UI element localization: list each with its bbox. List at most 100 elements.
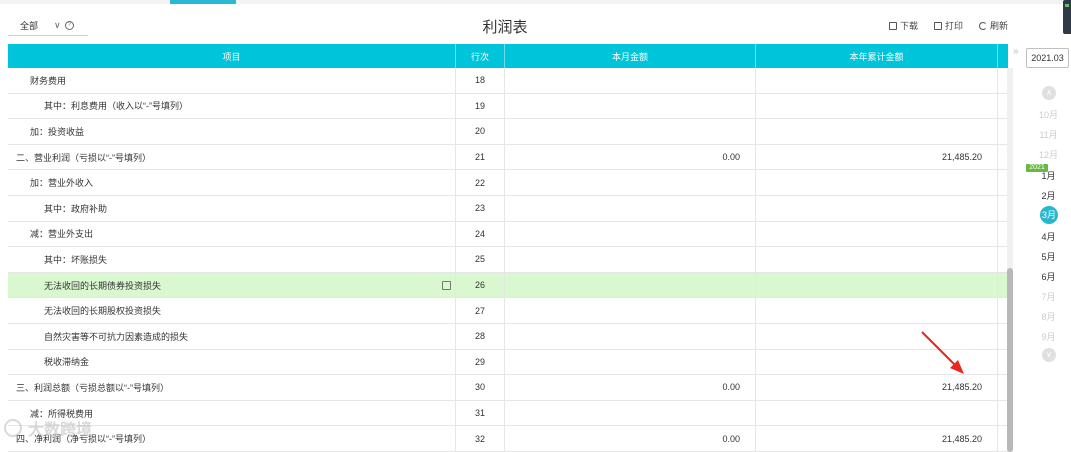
- watermark-logo-icon: [4, 419, 22, 437]
- table-header: 项目 行次 本月金额 本年累计金额: [8, 44, 1008, 68]
- print-label: 打印: [944, 21, 963, 31]
- watermark: 大数跨境: [4, 416, 92, 440]
- row-line: 23: [456, 195, 505, 221]
- download-button[interactable]: 下载: [888, 19, 918, 32]
- row-item: 其中：坏账损失: [8, 247, 456, 272]
- row-ytd[interactable]: 21,485.20: [756, 144, 998, 170]
- collapse-panel-icon[interactable]: »: [1013, 46, 1019, 57]
- month-item: 11月: [1039, 130, 1058, 140]
- table-row[interactable]: 加：投资收益 20: [8, 119, 1008, 145]
- print-button[interactable]: 打印: [933, 19, 963, 32]
- chevron-up-icon[interactable]: ∧: [1042, 86, 1056, 100]
- row-line: 20: [456, 119, 505, 144]
- row-ytd[interactable]: [756, 170, 998, 195]
- profit-table: 项目 行次 本月金额 本年累计金额 财务费用 18 其中：利息费用（收入以“-”号…: [8, 44, 1008, 452]
- row-month[interactable]: [505, 119, 756, 144]
- row-line: 22: [456, 170, 505, 195]
- month-item[interactable]: 2月: [1026, 189, 1071, 202]
- row-item: 无法收回的长期债券投资损失: [8, 272, 456, 298]
- row-month[interactable]: [505, 272, 756, 298]
- row-ytd[interactable]: [756, 272, 998, 298]
- edge-widget[interactable]: [1063, 0, 1071, 34]
- row-month[interactable]: [505, 323, 756, 349]
- row-ytd[interactable]: [756, 119, 998, 144]
- month-item: 9月: [1041, 332, 1056, 342]
- month-item[interactable]: 5月: [1026, 250, 1071, 263]
- table-row[interactable]: 税收滞纳金 29: [8, 349, 1008, 376]
- table-row[interactable]: 其中：利息费用（收入以“-”号填列） 19: [8, 93, 1008, 120]
- download-icon: [888, 21, 897, 30]
- chevron-down-icon[interactable]: ∨: [1042, 348, 1056, 362]
- row-month[interactable]: [505, 68, 756, 93]
- table-row[interactable]: 自然灾害等不可抗力因素造成的损失 28: [8, 323, 1008, 350]
- row-ytd[interactable]: [756, 93, 998, 119]
- table-row[interactable]: 减：所得税费用 31: [8, 400, 1008, 427]
- row-month[interactable]: [505, 221, 756, 247]
- row-line: 26: [456, 272, 505, 298]
- row-item: 加：营业外收入: [8, 170, 456, 195]
- row-ytd[interactable]: 21,485.20: [756, 426, 998, 451]
- row-item: 三、利润总额（亏损总额以“-”号填列）: [8, 375, 456, 400]
- month-item[interactable]: 4月: [1026, 230, 1071, 243]
- table-row[interactable]: 三、利润总额（亏损总额以“-”号填列） 30 0.00 21,485.20: [8, 375, 1008, 401]
- row-month[interactable]: [505, 298, 756, 323]
- table-row[interactable]: 财务费用 18: [8, 68, 1008, 94]
- watermark-text: 大数跨境: [28, 422, 93, 439]
- row-month[interactable]: 0.00: [505, 426, 756, 451]
- row-item: 税收滞纳金: [8, 349, 456, 375]
- row-month[interactable]: 0.00: [505, 144, 756, 170]
- row-item: 其中：利息费用（收入以“-”号填列）: [8, 93, 456, 119]
- table-row[interactable]: 无法收回的长期股权投资损失 27: [8, 298, 1008, 324]
- table-row[interactable]: 二、营业利润（亏损以“-”号填列） 21 0.00 21,485.20: [8, 144, 1008, 171]
- table-row[interactable]: 减：营业外支出 24: [8, 221, 1008, 248]
- row-item: 财务费用: [8, 68, 456, 93]
- row-line: 27: [456, 298, 505, 323]
- row-item: 无法收回的长期股权投资损失: [8, 298, 456, 323]
- month-item[interactable]: 6月: [1026, 270, 1071, 283]
- refresh-button[interactable]: 刷新: [978, 19, 1008, 32]
- table-row[interactable]: 加：营业外收入 22: [8, 170, 1008, 196]
- row-month[interactable]: [505, 349, 756, 375]
- row-ytd[interactable]: [756, 221, 998, 247]
- month-item[interactable]: 1月: [1026, 169, 1071, 182]
- row-line: 30: [456, 375, 505, 400]
- month-item: 12月: [1038, 150, 1058, 160]
- row-line: 19: [456, 93, 505, 119]
- row-ytd[interactable]: [756, 400, 998, 426]
- row-ytd[interactable]: [756, 195, 998, 221]
- period-input[interactable]: 2021.03: [1026, 48, 1069, 68]
- row-item: 其中：政府补助: [8, 195, 456, 221]
- edit-icon[interactable]: [442, 280, 451, 290]
- row-item: 加：投资收益: [8, 119, 456, 144]
- annotation-arrow: [921, 331, 964, 374]
- table-row[interactable]: 四、净利润（净亏损以“-”号填列） 32 0.00 21,485.20: [8, 426, 1008, 452]
- table-row-selected[interactable]: 无法收回的长期债券投资损失 26: [8, 272, 1008, 299]
- table-scrollbar[interactable]: [1007, 68, 1013, 452]
- row-month[interactable]: [505, 93, 756, 119]
- scrollbar-thumb[interactable]: [1007, 268, 1013, 452]
- row-month[interactable]: [505, 195, 756, 221]
- refresh-label: 刷新: [989, 21, 1008, 31]
- month-item: 7月: [1041, 292, 1056, 302]
- toolbar-actions: 下载 打印 刷新: [888, 19, 1008, 32]
- row-line: 31: [456, 400, 505, 426]
- table-row[interactable]: 其中：坏账损失 25: [8, 247, 1008, 273]
- download-label: 下载: [899, 21, 918, 31]
- row-month[interactable]: 0.00: [505, 375, 756, 400]
- row-ytd[interactable]: [756, 68, 998, 93]
- month-item: 10月: [1038, 110, 1058, 120]
- row-month[interactable]: [505, 400, 756, 426]
- row-ytd[interactable]: [756, 247, 998, 272]
- row-month[interactable]: [505, 247, 756, 272]
- table-row[interactable]: 其中：政府补助 23: [8, 195, 1008, 222]
- row-item-label: 无法收回的长期债券投资损失: [44, 280, 162, 291]
- row-month[interactable]: [505, 170, 756, 195]
- row-line: 24: [456, 221, 505, 247]
- period-picker: 2021.03 ∧ 10月 11月 12月 2021 1月 2月 3月 4月 5…: [1026, 48, 1071, 378]
- month-item-current[interactable]: 3月: [1040, 206, 1058, 224]
- row-line: 21: [456, 144, 505, 170]
- row-ytd[interactable]: [756, 298, 998, 323]
- header-line: 行次: [456, 44, 505, 68]
- toolbar: 全部 ∨ ? 利润表 下载 打印 刷新: [0, 6, 1020, 42]
- header-item: 项目: [8, 44, 456, 68]
